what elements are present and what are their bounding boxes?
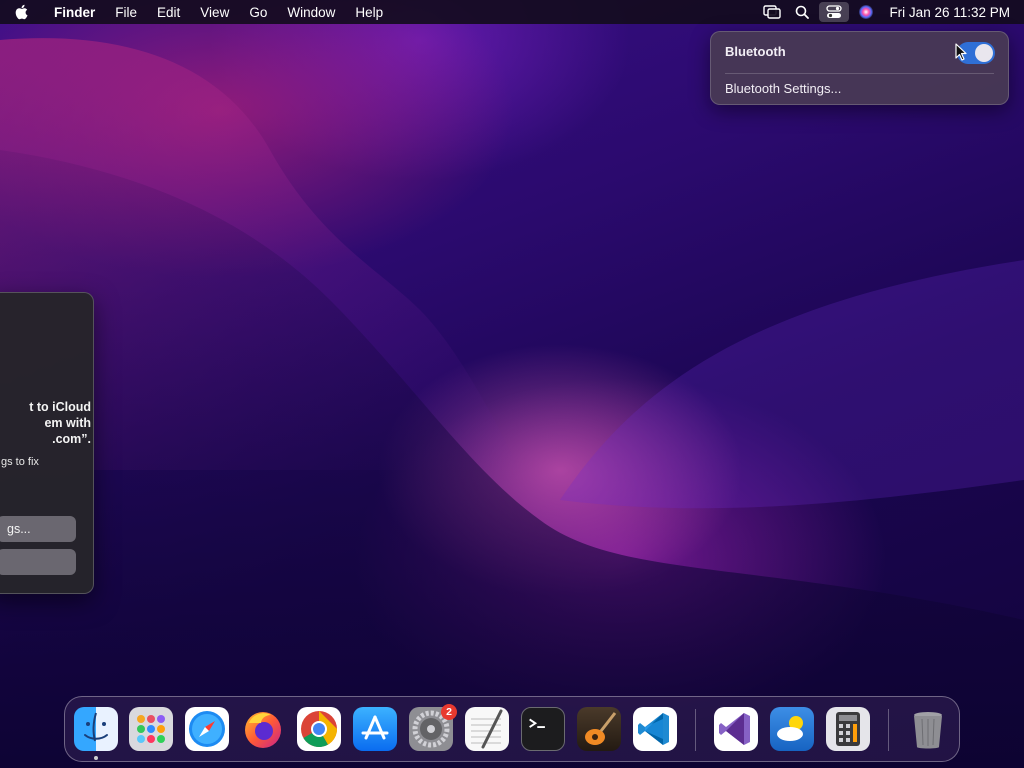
dock: 2 — [64, 696, 960, 762]
toggle-knob — [975, 44, 993, 62]
menu-help[interactable]: Help — [345, 0, 393, 24]
menu-view[interactable]: View — [190, 0, 239, 24]
dialog-message: gs to fix — [1, 456, 39, 468]
dock-garageband-icon[interactable] — [577, 707, 621, 751]
menu-window[interactable]: Window — [277, 0, 345, 24]
dock-launchpad-icon[interactable] — [129, 707, 173, 751]
dock-system-settings-icon[interactable]: 2 — [409, 704, 457, 751]
dock-terminal-icon[interactable] — [521, 707, 565, 751]
menu-go[interactable]: Go — [239, 0, 277, 24]
menu-file[interactable]: File — [105, 0, 147, 24]
dock-textedit-icon[interactable] — [465, 707, 509, 751]
dock-finder-icon[interactable] — [74, 707, 118, 751]
dock-calculator-icon[interactable] — [826, 707, 870, 751]
screen-mirroring-icon[interactable] — [757, 0, 787, 24]
menu-app-finder[interactable]: Finder — [42, 0, 105, 24]
divider — [725, 73, 994, 74]
dock-trash-icon[interactable] — [906, 707, 950, 751]
dock-separator — [888, 709, 889, 751]
finder-running-indicator — [94, 756, 98, 760]
dock-app-store-icon[interactable] — [353, 707, 397, 751]
mouse-cursor-icon — [955, 43, 967, 61]
dock-separator — [695, 709, 696, 751]
dialog-title: t to iCloud em with .com”. — [29, 400, 91, 446]
bluetooth-title: Bluetooth — [725, 44, 786, 59]
desktop-wallpaper — [0, 38, 1024, 768]
dialog-settings-button[interactable]: gs... — [0, 516, 76, 542]
notification-badge: 2 — [441, 704, 457, 720]
menu-bar-clock[interactable]: Fri Jan 26 11:32 PM — [889, 5, 1010, 20]
siri-icon[interactable] — [851, 0, 881, 24]
menu-edit[interactable]: Edit — [147, 0, 190, 24]
dock-visual-studio-icon[interactable] — [714, 707, 758, 751]
spotlight-search-icon[interactable] — [787, 0, 817, 24]
dock-firefox-icon[interactable] — [241, 707, 285, 751]
dock-safari-icon[interactable] — [185, 707, 229, 751]
dialog-secondary-button[interactable] — [0, 549, 76, 575]
icloud-alert-dialog: t to iCloud em with .com”. gs to fix gs.… — [0, 292, 94, 594]
dock-chrome-icon[interactable] — [297, 707, 341, 751]
dock-weather-icon[interactable] — [770, 707, 814, 751]
bluetooth-settings-link[interactable]: Bluetooth Settings... — [725, 81, 841, 96]
menu-bar: Finder File Edit View Go Window Help Fri… — [0, 0, 1024, 24]
control-center-icon[interactable] — [819, 2, 850, 22]
apple-menu-icon[interactable] — [0, 0, 42, 24]
dock-vscode-icon[interactable] — [633, 707, 677, 751]
